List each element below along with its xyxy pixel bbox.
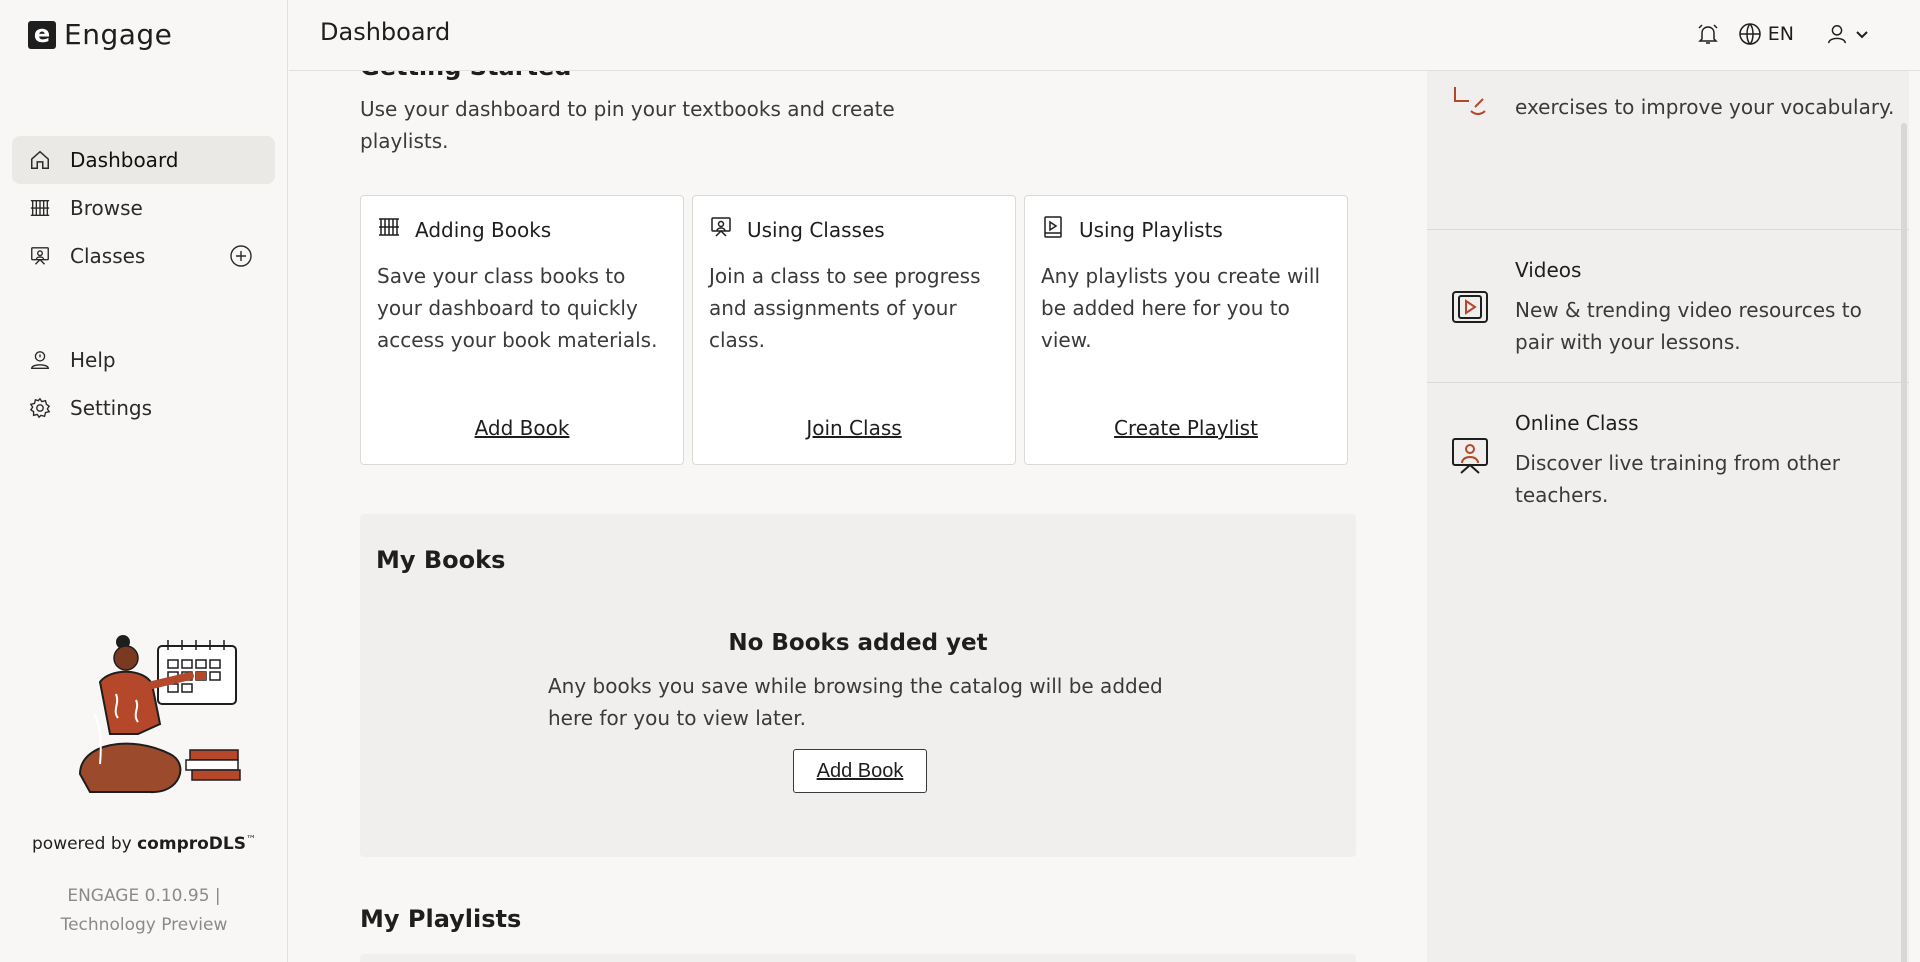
playlist-icon — [1044, 216, 1062, 238]
resource-title: Online Class — [1515, 411, 1639, 435]
user-menu[interactable] — [1826, 23, 1870, 45]
logo-mark: e — [28, 20, 56, 49]
resources-panel: exercises to improve your vocabulary. Vi… — [1427, 71, 1909, 962]
header-tools: EN — [1696, 22, 1870, 46]
add-book-button[interactable]: Add Book — [793, 749, 927, 793]
resource-description: Discover live training from other teache… — [1515, 451, 1840, 507]
classroom-icon — [28, 244, 52, 268]
empty-state-description: Any books you save while browsing the ca… — [548, 674, 1163, 730]
reading-person-illustration — [40, 624, 250, 804]
language-label: EN — [1767, 23, 1794, 45]
resource-description: New & trending video resources to pair w… — [1515, 298, 1862, 354]
card-body: Any playlists you create will be added h… — [1041, 264, 1321, 352]
bookshelf-icon — [28, 196, 52, 220]
card-title: Using Playlists — [1079, 218, 1223, 242]
resource-description: exercises to improve your vocabulary. — [1515, 95, 1895, 119]
sidebar-item-dashboard[interactable]: Dashboard — [12, 136, 275, 184]
chevron-down-icon — [1856, 31, 1868, 39]
resource-title: Videos — [1515, 258, 1582, 282]
version-info: ENGAGE 0.10.95 | Technology Preview — [0, 882, 288, 940]
sidebar-item-label: Dashboard — [70, 148, 179, 172]
top-header: Dashboard EN — [289, 0, 1920, 71]
user-icon — [1828, 25, 1846, 44]
sidebar-item-browse[interactable]: Browse — [12, 184, 275, 232]
getting-started-title: Getting Started — [360, 71, 572, 81]
my-books-title: My Books — [376, 546, 506, 574]
join-class-link[interactable]: Join Class — [693, 416, 1015, 440]
version-tag: Technology Preview — [60, 915, 228, 935]
card-adding-books: Adding Books Save your class books to yo… — [360, 195, 684, 465]
sidebar-item-label: Browse — [70, 196, 143, 220]
my-books-section: My Books No Books added yet Any books yo… — [360, 514, 1356, 857]
home-icon — [28, 148, 52, 172]
my-playlists-title: My Playlists — [360, 905, 522, 933]
getting-started-description: Use your dashboard to pin your textbooks… — [360, 97, 895, 153]
empty-state-title: No Books added yet — [728, 630, 988, 656]
app-logo[interactable]: e Engage — [28, 18, 172, 51]
main-content: Getting Started Use your dashboard to pi… — [289, 71, 1427, 962]
powered-by: powered by comproDLS™ — [0, 834, 288, 854]
create-playlist-link[interactable]: Create Playlist — [1025, 416, 1347, 440]
classroom-icon — [711, 217, 731, 237]
resource-item-online-class[interactable]: Online Class Discover live training from… — [1427, 383, 1909, 523]
bookshelf-icon — [379, 218, 399, 236]
card-body: Save your class books to your dashboard … — [377, 264, 658, 352]
add-class-icon[interactable] — [229, 244, 253, 268]
page-title: Dashboard — [320, 18, 451, 46]
add-book-link[interactable]: Add Book — [361, 416, 683, 440]
trademark: ™ — [245, 834, 256, 846]
language-selector[interactable]: EN — [1738, 22, 1794, 46]
card-body: Join a class to see progress and assignm… — [709, 264, 981, 352]
card-using-classes: Using Classes Join a class to see progre… — [692, 195, 1016, 465]
online-class-icon — [1452, 438, 1488, 474]
sidebar-item-label: Classes — [70, 244, 146, 268]
sidebar-item-label: Settings — [70, 396, 153, 420]
notifications-button[interactable] — [1696, 22, 1720, 46]
card-title: Adding Books — [415, 218, 552, 242]
card-title: Using Classes — [747, 218, 885, 242]
video-icon — [1452, 291, 1488, 323]
powered-prefix: powered by — [32, 834, 132, 854]
main-nav: Dashboard Browse Classes — [12, 136, 275, 280]
resource-item-vocabulary[interactable]: exercises to improve your vocabulary. — [1427, 71, 1909, 230]
panel-scrollbar[interactable] — [1899, 123, 1909, 962]
sidebar-item-label: Help — [70, 348, 116, 372]
version-line: ENGAGE 0.10.95 | — [67, 886, 221, 906]
sidebar: e Engage Dashboard Browse Classes Help S… — [0, 0, 288, 962]
card-using-playlists: Using Playlists Any playlists you create… — [1024, 195, 1348, 465]
secondary-nav: Help Settings — [12, 336, 275, 432]
globe-icon — [1739, 23, 1761, 46]
powered-brand: comproDLS — [137, 834, 246, 854]
app-name: Engage — [64, 18, 173, 51]
my-playlists-section — [360, 954, 1356, 962]
resource-item-videos[interactable]: Videos New & trending video resources to… — [1427, 230, 1909, 383]
sidebar-item-help[interactable]: Help — [12, 336, 275, 384]
alarm-bell-icon — [1697, 24, 1718, 44]
gear-icon — [28, 396, 52, 420]
vocabulary-icon — [1454, 87, 1486, 115]
getting-started-cards: Adding Books Save your class books to yo… — [360, 195, 1348, 465]
sidebar-item-settings[interactable]: Settings — [12, 384, 275, 432]
scrollbar-thumb[interactable] — [1901, 123, 1907, 962]
sidebar-item-classes[interactable]: Classes — [12, 232, 275, 280]
help-icon — [28, 348, 52, 372]
